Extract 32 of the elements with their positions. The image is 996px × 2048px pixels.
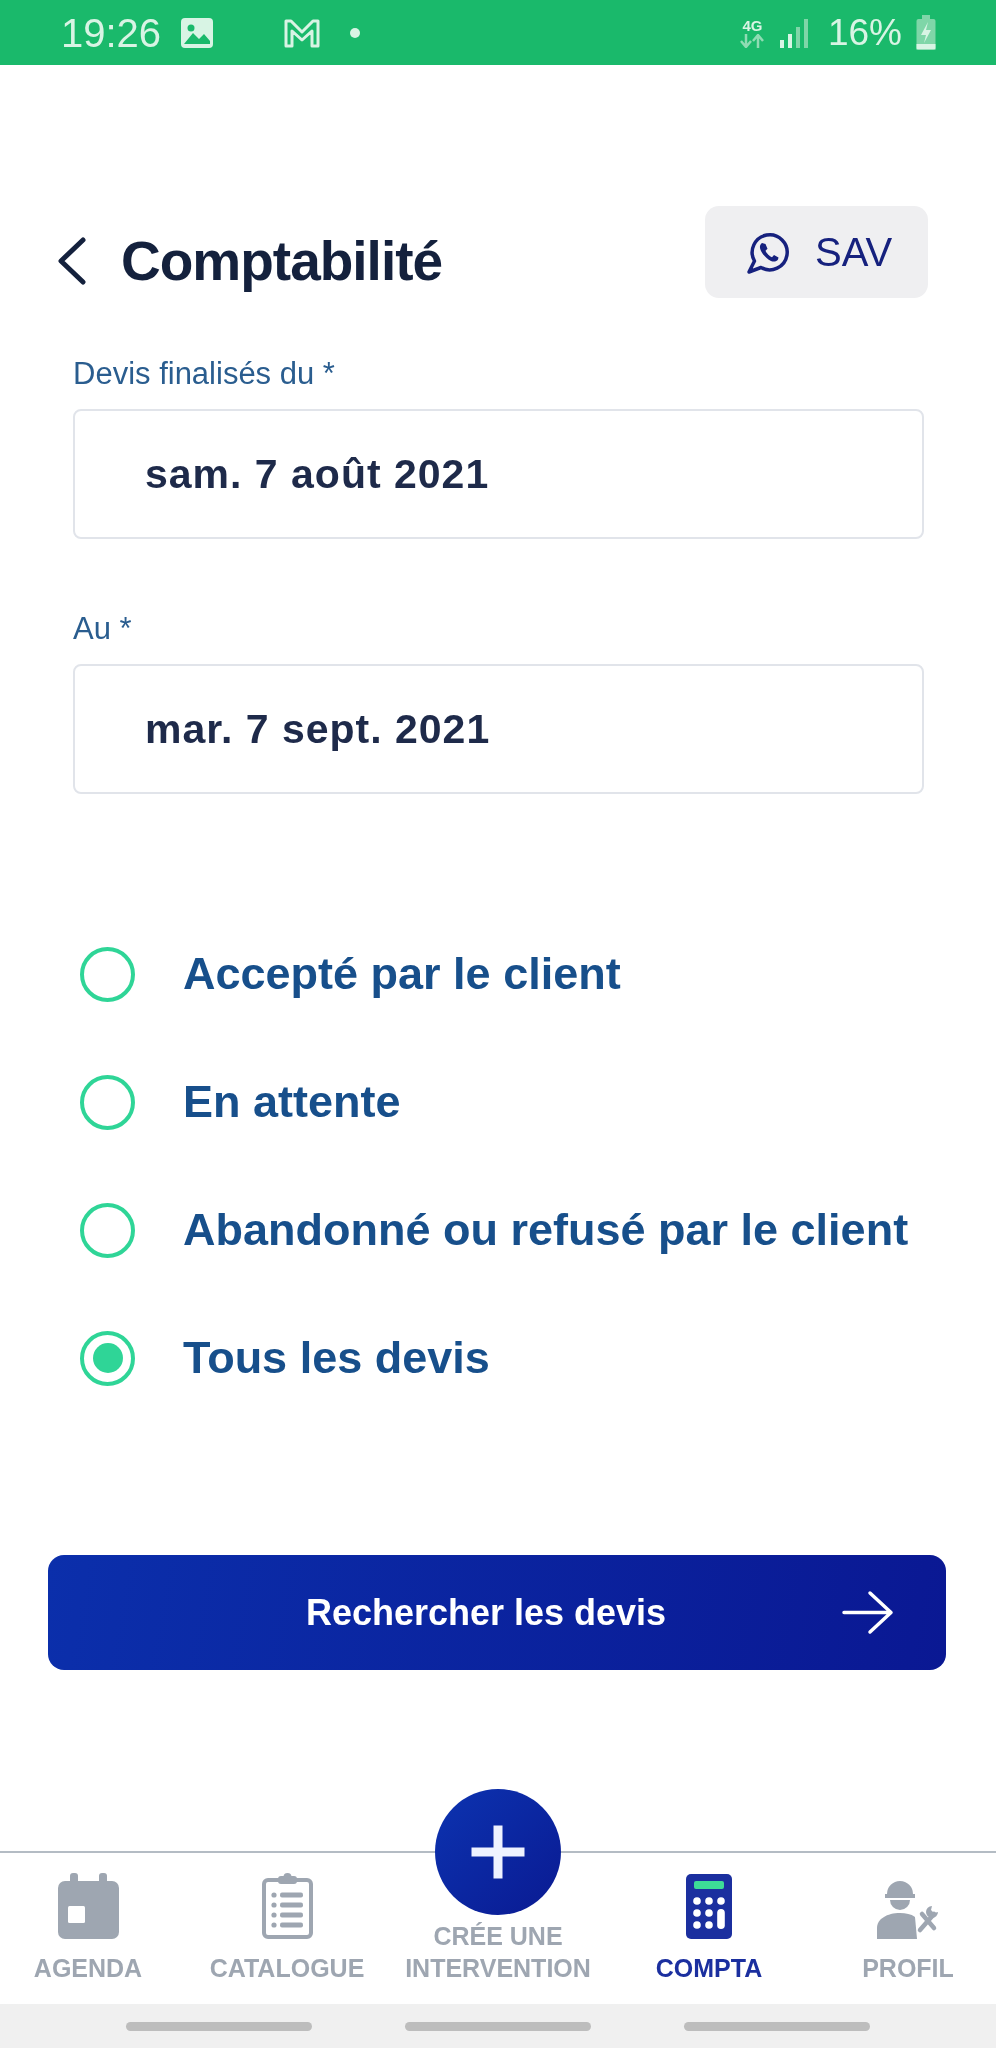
data-arrows-icon <box>740 33 765 48</box>
field-label: Au * <box>73 610 133 647</box>
support-button[interactable]: SAV <box>705 206 928 298</box>
option-label[interactable]: Accepté par le client <box>183 948 621 1000</box>
radio-button[interactable] <box>80 1074 135 1130</box>
radio-button[interactable] <box>80 946 135 1002</box>
arrow-right-icon <box>842 1590 894 1635</box>
page-title: Comptabilité <box>121 229 443 293</box>
clock-time: 19:26 <box>61 9 162 56</box>
radio-button[interactable] <box>80 1330 135 1386</box>
calendar-icon <box>57 1873 119 1939</box>
worker-tools-icon <box>876 1878 940 1939</box>
field-label: Devis finalisés du * <box>73 355 336 392</box>
option-label[interactable]: Tous les devis <box>183 1332 490 1384</box>
back-icon[interactable] <box>56 237 87 285</box>
calculator-icon <box>686 1874 732 1939</box>
network-type: 4G <box>742 17 763 34</box>
option-label[interactable]: Abandonné ou refusé par le client <box>183 1204 909 1256</box>
image-icon <box>181 17 214 48</box>
notification-dot-icon <box>350 27 361 38</box>
signal-icon <box>778 17 809 48</box>
radio-button[interactable] <box>80 1202 135 1258</box>
date-field[interactable]: mar. 7 sept. 2021 <box>73 664 924 794</box>
battery-charging-icon <box>915 14 937 51</box>
m-icon <box>284 17 321 48</box>
search-button[interactable]: Rechercher les devis <box>48 1555 946 1670</box>
date-field[interactable]: sam. 7 août 2021 <box>73 409 924 539</box>
nav-tab[interactable]: COMPTA <box>598 1853 820 2004</box>
option-label[interactable]: En attente <box>183 1076 401 1128</box>
plus-circle-icon <box>435 1789 561 1915</box>
clipboard-list-icon <box>261 1873 313 1939</box>
battery-percent: 16% <box>827 10 902 55</box>
